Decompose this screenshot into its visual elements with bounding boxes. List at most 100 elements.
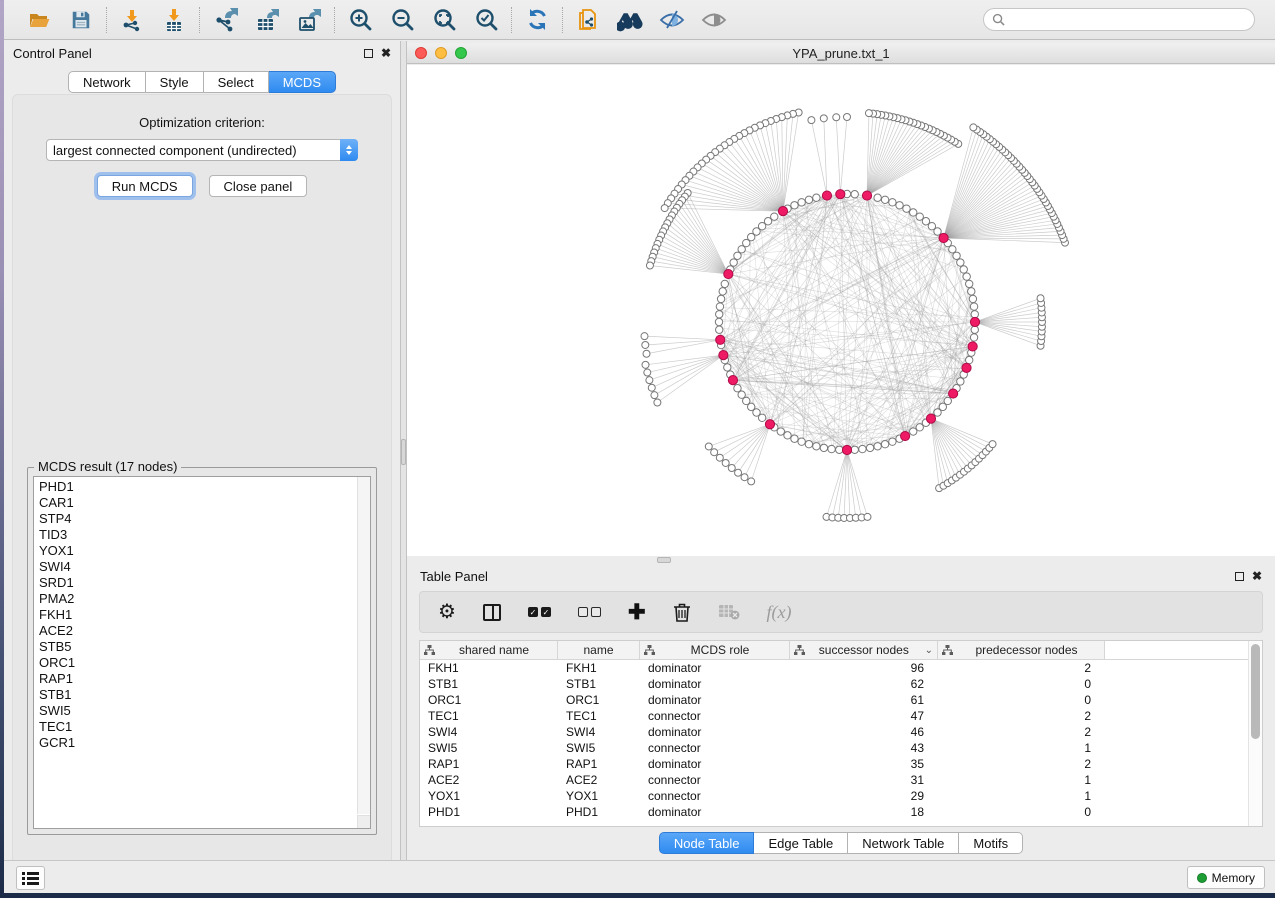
open-file-button[interactable] bbox=[26, 7, 52, 33]
cell[interactable]: 0 bbox=[938, 692, 1105, 708]
splitter-grabber[interactable] bbox=[401, 439, 406, 465]
cell[interactable]: 1 bbox=[938, 772, 1105, 788]
float-panel-icon[interactable] bbox=[1235, 572, 1244, 581]
cell[interactable]: ACE2 bbox=[420, 772, 558, 788]
list-item[interactable]: CAR1 bbox=[34, 495, 356, 511]
list-item[interactable]: GCR1 bbox=[34, 735, 356, 751]
status-menu-button[interactable] bbox=[16, 866, 45, 890]
cell[interactable]: 62 bbox=[790, 676, 938, 692]
cell[interactable]: connector bbox=[640, 788, 790, 804]
cell[interactable]: STB1 bbox=[558, 676, 640, 692]
list-item[interactable]: RAP1 bbox=[34, 671, 356, 687]
tab-edge-table[interactable]: Edge Table bbox=[754, 832, 848, 854]
cell[interactable]: 96 bbox=[790, 660, 938, 676]
cell[interactable]: 1 bbox=[938, 788, 1105, 804]
cell[interactable]: dominator bbox=[640, 676, 790, 692]
add-column-button[interactable]: ✚ bbox=[628, 599, 646, 625]
cell[interactable]: dominator bbox=[640, 724, 790, 740]
cell[interactable]: ACE2 bbox=[558, 772, 640, 788]
cell[interactable]: connector bbox=[640, 772, 790, 788]
search-network-button[interactable] bbox=[617, 7, 643, 33]
mcds-result-list[interactable]: PHD1CAR1STP4TID3YOX1SWI4SRD1PMA2FKH1ACE2… bbox=[33, 476, 371, 829]
tab-mcds[interactable]: MCDS bbox=[269, 71, 336, 93]
cell[interactable]: dominator bbox=[640, 756, 790, 772]
cell[interactable]: 47 bbox=[790, 708, 938, 724]
table-row[interactable]: ORC1ORC1dominator610 bbox=[420, 692, 1262, 708]
table-row[interactable]: RAP1RAP1dominator352 bbox=[420, 756, 1262, 772]
tab-style[interactable]: Style bbox=[146, 71, 204, 93]
cell[interactable]: dominator bbox=[640, 660, 790, 676]
cell[interactable]: RAP1 bbox=[420, 756, 558, 772]
network-graph[interactable] bbox=[407, 65, 1275, 556]
cell[interactable]: 61 bbox=[790, 692, 938, 708]
cell[interactable]: YOX1 bbox=[420, 788, 558, 804]
network-from-file-button[interactable] bbox=[575, 7, 601, 33]
tab-network[interactable]: Network bbox=[68, 71, 146, 93]
table-row[interactable]: SWI4SWI4dominator462 bbox=[420, 724, 1262, 740]
list-item[interactable]: TID3 bbox=[34, 527, 356, 543]
list-item[interactable]: SRD1 bbox=[34, 575, 356, 591]
table-row[interactable]: YOX1YOX1connector291 bbox=[420, 788, 1262, 804]
cell[interactable]: SWI5 bbox=[558, 740, 640, 756]
import-table-button[interactable] bbox=[161, 7, 187, 33]
cell[interactable]: 2 bbox=[938, 708, 1105, 724]
export-image-button[interactable] bbox=[296, 7, 322, 33]
cell[interactable]: 2 bbox=[938, 756, 1105, 772]
list-item[interactable]: STB5 bbox=[34, 639, 356, 655]
list-item[interactable]: YOX1 bbox=[34, 543, 356, 559]
cell[interactable]: 0 bbox=[938, 676, 1105, 692]
cell[interactable]: TEC1 bbox=[420, 708, 558, 724]
window-close-icon[interactable] bbox=[415, 47, 427, 59]
tab-motifs[interactable]: Motifs bbox=[959, 832, 1023, 854]
cell[interactable]: 2 bbox=[938, 724, 1105, 740]
table-row[interactable]: ACE2ACE2connector311 bbox=[420, 772, 1262, 788]
zoom-out-button[interactable] bbox=[389, 7, 415, 33]
table-row[interactable]: TEC1TEC1connector472 bbox=[420, 708, 1262, 724]
close-panel-icon[interactable]: ✖ bbox=[381, 47, 391, 59]
deselect-all-button[interactable] bbox=[578, 599, 601, 625]
scrollbar-thumb[interactable] bbox=[1251, 644, 1260, 739]
network-canvas[interactable] bbox=[407, 65, 1275, 556]
list-item[interactable]: STB1 bbox=[34, 687, 356, 703]
horizontal-splitter[interactable] bbox=[407, 556, 1275, 564]
column-header-name[interactable]: name bbox=[558, 641, 640, 659]
node-table[interactable]: shared namenameMCDS rolesuccessor nodes⌄… bbox=[419, 640, 1263, 827]
list-item[interactable]: SWI5 bbox=[34, 703, 356, 719]
export-network-button[interactable] bbox=[212, 7, 238, 33]
memory-button[interactable]: Memory bbox=[1187, 866, 1265, 889]
cell[interactable]: RAP1 bbox=[558, 756, 640, 772]
cell[interactable]: SWI4 bbox=[558, 724, 640, 740]
tab-select[interactable]: Select bbox=[204, 71, 269, 93]
hide-graphics-button[interactable] bbox=[659, 7, 685, 33]
splitter-grabber[interactable] bbox=[657, 557, 671, 563]
cell[interactable]: FKH1 bbox=[558, 660, 640, 676]
cell[interactable]: 46 bbox=[790, 724, 938, 740]
cell[interactable]: dominator bbox=[640, 692, 790, 708]
cell[interactable]: 35 bbox=[790, 756, 938, 772]
close-panel-button[interactable]: Close panel bbox=[209, 175, 308, 197]
float-panel-icon[interactable] bbox=[364, 49, 373, 58]
table-scrollbar[interactable] bbox=[1248, 641, 1262, 826]
delete-table-button[interactable] bbox=[718, 599, 740, 625]
cell[interactable]: connector bbox=[640, 708, 790, 724]
run-mcds-button[interactable]: Run MCDS bbox=[97, 175, 193, 197]
list-item[interactable]: STP4 bbox=[34, 511, 356, 527]
cell[interactable]: TEC1 bbox=[558, 708, 640, 724]
window-minimize-icon[interactable] bbox=[435, 47, 447, 59]
table-settings-button[interactable]: ⚙ bbox=[438, 599, 456, 625]
show-graphics-button[interactable] bbox=[701, 7, 727, 33]
column-header-MCDS-role[interactable]: MCDS role bbox=[640, 641, 790, 659]
list-item[interactable]: SWI4 bbox=[34, 559, 356, 575]
tab-network-table[interactable]: Network Table bbox=[848, 832, 959, 854]
vertical-splitter[interactable] bbox=[400, 41, 407, 860]
delete-column-button[interactable] bbox=[673, 599, 691, 625]
cell[interactable]: SWI5 bbox=[420, 740, 558, 756]
list-item[interactable]: PHD1 bbox=[34, 479, 356, 495]
cell[interactable]: 1 bbox=[938, 740, 1105, 756]
function-builder-button[interactable]: f(x) bbox=[767, 599, 792, 625]
cell[interactable]: 18 bbox=[790, 804, 938, 820]
cell[interactable]: PHD1 bbox=[420, 804, 558, 820]
zoom-selected-button[interactable] bbox=[473, 7, 499, 33]
cell[interactable]: ORC1 bbox=[420, 692, 558, 708]
list-item[interactable]: TEC1 bbox=[34, 719, 356, 735]
